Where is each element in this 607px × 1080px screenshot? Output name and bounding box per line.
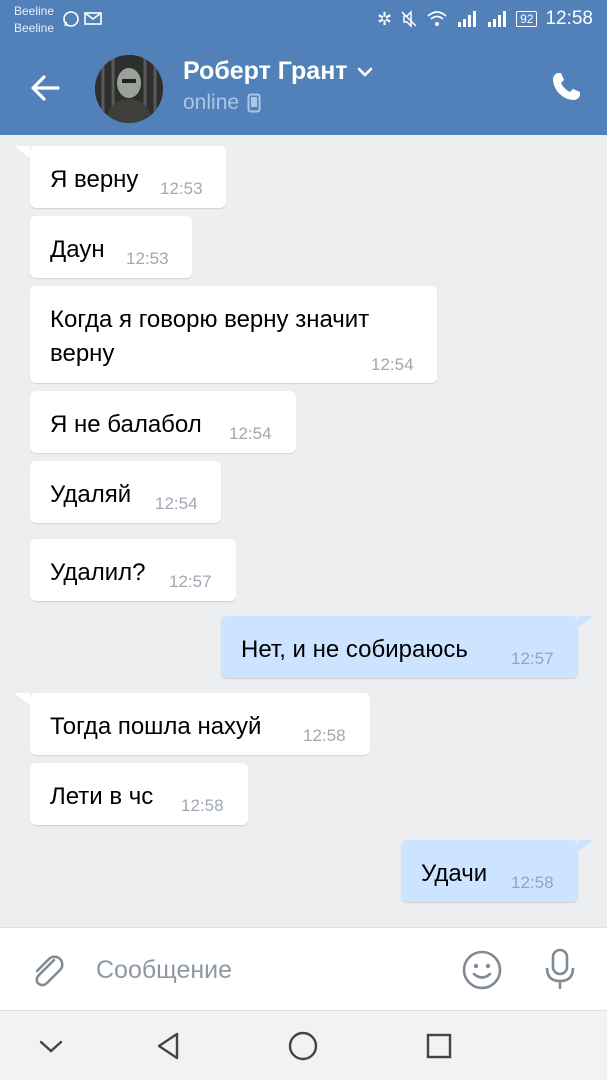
carrier-2: Beeline — [14, 21, 55, 35]
message-bubble-incoming[interactable]: Удаляй 12:54 — [30, 461, 221, 523]
system-nav-bar — [0, 1010, 607, 1080]
back-triangle-icon[interactable] — [150, 1027, 188, 1065]
message-time: 12:57 — [169, 572, 212, 591]
system-icons: ✲ 92 12:58 — [377, 8, 593, 30]
contact-name: Роберт Грант — [183, 57, 348, 85]
avatar[interactable] — [95, 55, 163, 123]
smiley-icon[interactable] — [460, 948, 504, 992]
contact-status: online — [183, 91, 240, 114]
message-bubble-incoming[interactable]: Лети в чс 12:58 — [30, 763, 248, 825]
bubble-tail — [14, 693, 30, 705]
message-time: 12:54 — [371, 355, 414, 374]
message-bubble-incoming[interactable]: Когда я говорю верну значит верну 12:54 — [30, 286, 437, 383]
message-text: Я не балабол — [50, 411, 202, 438]
message-time: 12:54 — [229, 424, 272, 443]
chevron-down-icon — [357, 67, 372, 77]
bubble-tail — [14, 146, 30, 158]
paperclip-icon[interactable] — [28, 950, 68, 990]
bubble-tail — [578, 616, 594, 628]
message-bubble-incoming[interactable]: Даун 12:53 — [30, 216, 192, 278]
message-text-line-2: верну — [50, 340, 115, 367]
message-bubble-outgoing[interactable]: Нет, и не собираюсь 12:57 — [221, 616, 578, 678]
message-time: 12:53 — [160, 179, 203, 198]
message-time: 12:58 — [303, 726, 346, 745]
message-bubble-incoming[interactable]: Тогда пошла нахуй 12:58 — [30, 693, 370, 755]
clock: 12:58 — [545, 8, 593, 29]
recents-square-icon[interactable] — [420, 1027, 458, 1065]
message-time: 12:57 — [511, 649, 554, 668]
message-list[interactable]: Я верну 12:53 Даун 12:53 Когда я говорю … — [0, 135, 607, 927]
signal-icon-2 — [488, 11, 507, 27]
message-time: 12:58 — [511, 873, 554, 892]
message-time: 12:53 — [126, 249, 169, 268]
chevron-down-icon[interactable] — [32, 1027, 70, 1065]
message-text: Даун — [50, 236, 105, 263]
contact-name-row[interactable]: Роберт Грант — [183, 57, 374, 86]
battery-indicator: 92 — [516, 11, 538, 27]
chat-header: Beeline Beeline ✲ 92 12:58 Роберт Грант … — [0, 0, 607, 135]
message-input[interactable] — [96, 948, 436, 992]
contact-status-row: online — [183, 91, 261, 115]
carrier-1: Beeline — [14, 4, 55, 18]
mail-icon — [84, 12, 102, 25]
carrier-labels: Beeline Beeline — [14, 3, 54, 37]
notification-icons — [62, 10, 104, 28]
home-circle-icon[interactable] — [284, 1027, 322, 1065]
message-time: 12:54 — [155, 494, 198, 513]
bluetooth-icon: ✲ — [377, 8, 393, 29]
message-text: Я верну — [50, 166, 139, 193]
message-text: Удалил? — [50, 559, 146, 586]
signal-icon — [458, 11, 477, 27]
message-bubble-incoming[interactable]: Я верну 12:53 — [30, 146, 226, 208]
message-text: Удаляй — [50, 481, 132, 508]
arrow-left-icon[interactable] — [28, 70, 64, 106]
message-text-line-1: Когда я говорю верну значит — [50, 306, 370, 333]
message-bubble-incoming[interactable]: Удалил? 12:57 — [30, 539, 236, 601]
whatsapp-icon — [63, 11, 79, 27]
message-bubble-incoming[interactable]: Я не балабол 12:54 — [30, 391, 296, 453]
mute-icon — [401, 10, 417, 28]
microphone-icon[interactable] — [540, 946, 580, 994]
bubble-tail — [578, 840, 594, 852]
status-bar: Beeline Beeline ✲ 92 12:58 — [0, 0, 607, 44]
composer-bar — [0, 927, 607, 1010]
message-bubble-outgoing[interactable]: Удачи 12:58 — [401, 840, 578, 902]
mobile-device-icon — [247, 93, 261, 113]
message-text: Нет, и не собираюсь — [241, 636, 468, 663]
message-text: Удачи — [421, 860, 488, 887]
message-text: Тогда пошла нахуй — [50, 713, 262, 740]
avatar-image — [95, 55, 163, 123]
wifi-icon — [427, 11, 447, 26]
message-text: Лети в чс — [50, 783, 154, 810]
phone-icon[interactable] — [549, 70, 583, 104]
message-time: 12:58 — [181, 796, 224, 815]
